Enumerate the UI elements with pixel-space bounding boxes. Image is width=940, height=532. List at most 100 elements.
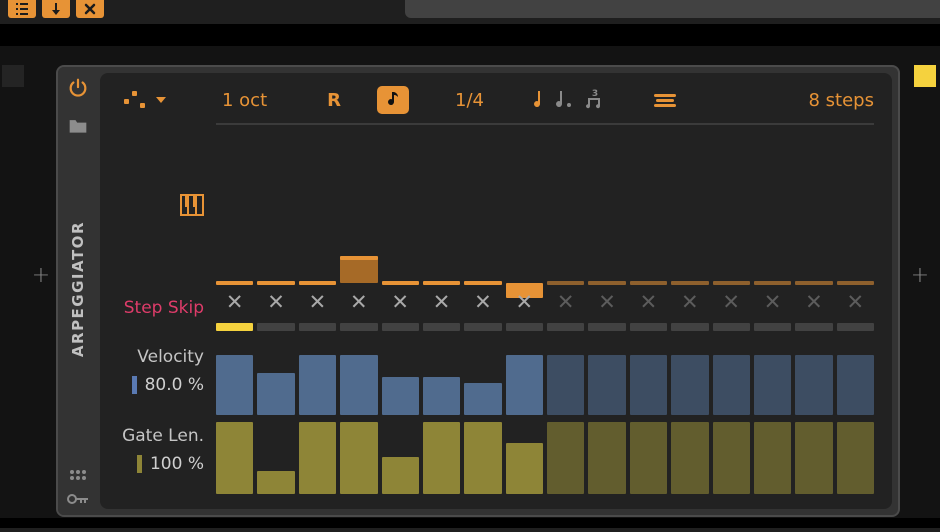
skip-step[interactable]: ✕ — [340, 287, 377, 317]
skip-slot[interactable] — [547, 323, 584, 331]
velocity-step[interactable] — [340, 355, 377, 415]
app-top-strip — [0, 0, 940, 24]
velocity-label: Velocity 80.0 % — [110, 331, 210, 410]
arp-mode-dropdown[interactable] — [156, 97, 166, 103]
skip-step[interactable]: ✕ — [837, 287, 874, 317]
timing-triplet-icon[interactable]: 3 — [584, 89, 606, 111]
gatelen-lane[interactable] — [216, 410, 874, 494]
skip-slot[interactable] — [423, 323, 460, 331]
gate-step[interactable] — [630, 422, 667, 494]
velocity-step[interactable] — [671, 355, 708, 415]
arp-mode-icon[interactable] — [124, 89, 146, 111]
arpeggiator-device: ARPEGGIATOR — [56, 65, 900, 517]
skip-step[interactable]: ✕ — [630, 287, 667, 317]
skip-slot[interactable] — [630, 323, 667, 331]
gate-step[interactable] — [671, 422, 708, 494]
velocity-step[interactable] — [588, 355, 625, 415]
gate-step[interactable] — [382, 457, 419, 494]
octave-range[interactable]: 1 oct — [222, 90, 267, 111]
velocity-step[interactable] — [257, 373, 294, 415]
arp-top-controls: 1 oct R 1/4 3 — [110, 83, 874, 117]
gate-step[interactable] — [506, 443, 543, 494]
gate-step[interactable] — [754, 422, 791, 494]
velocity-step[interactable] — [754, 355, 791, 415]
folder-icon[interactable] — [68, 117, 88, 135]
velocity-step[interactable] — [506, 355, 543, 415]
skip-slot[interactable] — [464, 323, 501, 331]
velocity-lane[interactable] — [216, 331, 874, 415]
skip-slot[interactable] — [257, 323, 294, 331]
pitch-lane[interactable] — [216, 125, 874, 285]
skip-step[interactable]: ✕ — [257, 287, 294, 317]
stepskip-label: Step Skip — [110, 285, 210, 331]
gate-step[interactable] — [216, 422, 253, 494]
velocity-value[interactable]: 80.0 % — [145, 375, 204, 395]
gate-step[interactable] — [464, 422, 501, 494]
gate-step[interactable] — [299, 422, 336, 494]
toolbar-button-list[interactable] — [8, 0, 36, 18]
skip-slot[interactable] — [795, 323, 832, 331]
add-device-left[interactable]: + — [32, 263, 50, 288]
skip-step[interactable]: ✕ — [795, 287, 832, 317]
velocity-step[interactable] — [216, 355, 253, 415]
skip-step[interactable]: ✕ — [754, 287, 791, 317]
skip-step[interactable]: ✕ — [713, 287, 750, 317]
device-siderail: ARPEGGIATOR — [58, 67, 98, 515]
device-row: + ARPEGGIATOR — [0, 46, 940, 517]
skip-step[interactable]: ✕ — [588, 287, 625, 317]
gate-step[interactable] — [588, 422, 625, 494]
skip-slot[interactable] — [382, 323, 419, 331]
velocity-step[interactable] — [299, 355, 336, 415]
skip-slot[interactable] — [340, 323, 377, 331]
skip-slot[interactable] — [588, 323, 625, 331]
skip-step[interactable]: ✕ — [216, 287, 253, 317]
skip-step[interactable]: ✕ — [464, 287, 501, 317]
step-grid: Step Skip ✕✕✕✕✕✕✕✕✕✕✕✕✕✕✕✕ Velocity 80.0… — [110, 117, 874, 499]
timing-dotted-icon[interactable] — [554, 89, 574, 111]
gate-step[interactable] — [257, 471, 294, 494]
skip-slot[interactable] — [299, 323, 336, 331]
skip-slot[interactable] — [713, 323, 750, 331]
gate-step[interactable] — [423, 422, 460, 494]
velocity-step[interactable] — [547, 355, 584, 415]
velocity-step[interactable] — [630, 355, 667, 415]
toolbar-button-close[interactable] — [76, 0, 104, 18]
gate-step[interactable] — [547, 422, 584, 494]
retrigger-icon[interactable] — [654, 93, 676, 107]
velocity-step[interactable] — [837, 355, 874, 415]
skip-step[interactable]: ✕ — [671, 287, 708, 317]
skip-step[interactable]: ✕ — [382, 287, 419, 317]
skip-step[interactable]: ✕ — [299, 287, 336, 317]
gatelen-value[interactable]: 100 % — [150, 454, 204, 474]
add-device-right[interactable]: + — [911, 263, 929, 288]
step-count[interactable]: 8 steps — [809, 90, 875, 111]
skip-step[interactable]: ✕ — [423, 287, 460, 317]
gate-step[interactable] — [795, 422, 832, 494]
device-title: ARPEGGIATOR — [69, 221, 87, 357]
velocity-step[interactable] — [713, 355, 750, 415]
gate-step[interactable] — [340, 422, 377, 494]
stepskip-lane[interactable]: ✕✕✕✕✕✕✕✕✕✕✕✕✕✕✕✕ — [216, 285, 874, 331]
power-icon[interactable] — [67, 77, 89, 99]
prev-device-chip[interactable] — [2, 65, 24, 87]
bottom-edge — [0, 518, 940, 532]
gate-step[interactable] — [837, 422, 874, 494]
key-icon[interactable] — [67, 493, 89, 505]
skip-step[interactable]: ✕ — [547, 287, 584, 317]
velocity-step[interactable] — [795, 355, 832, 415]
note-length-button[interactable] — [377, 86, 409, 114]
next-device-chip[interactable] — [914, 65, 936, 87]
time-division[interactable]: 1/4 — [455, 90, 484, 111]
gate-step[interactable] — [713, 422, 750, 494]
skip-step[interactable]: ✕ — [506, 287, 543, 317]
rate-mode[interactable]: R — [327, 90, 341, 111]
left-gutter — [0, 65, 26, 517]
timing-straight-icon[interactable] — [530, 89, 544, 111]
skip-slot[interactable] — [671, 323, 708, 331]
skip-slot[interactable] — [506, 323, 543, 331]
skip-slot[interactable] — [754, 323, 791, 331]
skip-slot[interactable] — [216, 323, 253, 331]
toolbar-button-down[interactable] — [42, 0, 70, 18]
skip-slot[interactable] — [837, 323, 874, 331]
drag-handle-icon[interactable] — [68, 469, 88, 481]
